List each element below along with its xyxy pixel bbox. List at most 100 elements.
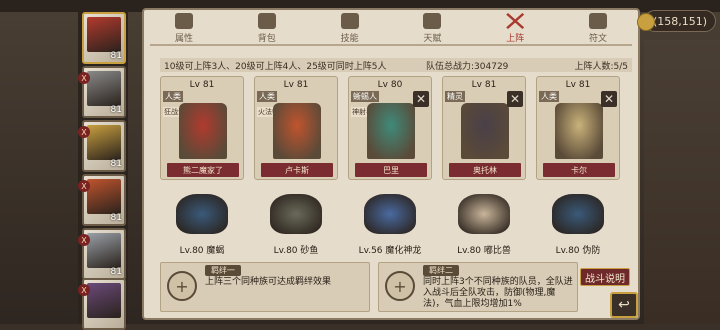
hero-name: 熊二魔家了 [167,163,239,177]
hero-level: Lv 81 [189,80,215,90]
back-button[interactable]: ↩ [610,292,638,318]
roster-badge: X [78,284,90,296]
hero-race: 人类 [257,91,277,102]
pet-label: Lv.56 魔化神龙 [358,246,422,256]
deployed-count: 上阵人数:5/5 [554,59,628,72]
hero-level: Lv 80 [377,80,403,90]
pet-label: Lv.80 魔蝎 [179,246,225,256]
bookshelf-icon [423,13,442,29]
currency-display: (158,151) [637,10,716,32]
pet-figure [458,194,510,234]
bond-one-title: 羁绊一 [205,265,241,276]
pet-slot[interactable]: Lv.56 魔化神龙 [348,192,432,256]
hero-figure [555,103,603,159]
rune-icon [588,13,607,29]
tab-4[interactable]: 上阵 [495,8,535,44]
hero-name: 奥托林 [449,163,521,177]
tab-bar: 属性 背包 技能 天赋 上阵 符文 [150,8,632,44]
hero-level: Lv 81 [471,80,497,90]
helmet-icon [257,13,276,29]
roster-level: 81 [110,159,122,169]
pet-figure [552,194,604,234]
tab-5[interactable]: 符文 [578,8,618,44]
hero-race: 人类 [539,91,559,102]
hero-level: Lv 81 [565,80,591,90]
roster-badge: X [78,180,90,192]
roster-hero-3[interactable]: X 81 [78,174,126,226]
bond-two-emblem-icon[interactable] [385,271,415,301]
tab-label: 天赋 [423,34,442,44]
hero-figure [461,103,509,159]
team-power-value: 304729 [474,61,509,72]
bond-two-panel: 羁绊二 同时上阵3个不同种族的队员，全队进入战斗后全队攻击，防御(物理,魔法)，… [378,262,578,312]
hero-portrait [87,233,121,268]
hero-race: 精灵 [445,91,465,102]
roster-level: 81 [110,51,122,61]
hero-card[interactable]: Lv 81 人类 ✕ 卡尔 [536,76,620,180]
hero-figure [273,103,321,159]
fight-info-button[interactable]: 战斗说明 [580,268,630,286]
pet-figure [364,194,416,234]
remove-hero-button[interactable]: ✕ [507,91,523,107]
hero-figure [179,103,227,159]
pet-figure [176,194,228,234]
hero-name: 巴里 [355,163,427,177]
remove-hero-button[interactable]: ✕ [601,91,617,107]
team-power-label: 队伍总战力: [426,61,475,72]
hero-portrait [87,125,121,160]
hero-name: 卡尔 [543,163,615,177]
tab-label: 技能 [340,34,359,44]
book-icon [340,13,359,29]
roster-level: 81 [110,213,122,223]
remove-hero-button[interactable]: ✕ [413,91,429,107]
formation-rule-text: 10级可上阵3人、20级可上阵4人、25级可同时上阵5人 [164,61,387,72]
tab-0[interactable]: 属性 [164,8,204,44]
hero-portrait [87,17,121,52]
hero-race: 人类 [163,91,183,102]
hero-portrait [87,179,121,214]
pet-label: Lv.80 嘟比兽 [457,246,511,256]
pet-slot[interactable]: Lv.80 嘟比兽 [442,192,526,256]
pet-slot[interactable]: Lv.80 魔蝎 [160,192,244,256]
tab-label: 背包 [257,34,276,44]
hero-race: 蜥蜴人 [351,91,379,102]
pet-label: Lv.80 伪防 [555,246,601,256]
pet-slot[interactable]: Lv.80 砂鱼 [254,192,338,256]
hero-figure [367,103,415,159]
roster-hero-2[interactable]: X 81 [78,120,126,172]
hero-name: 卢卡斯 [261,163,333,177]
background-right-decor [644,40,720,324]
deployed-count-label: 上阵人数: [574,61,614,72]
hero-portrait [87,71,121,106]
roster-badge: X [78,72,90,84]
bond-one-panel: 羁绊一 上阵三个同种族可达成羁绊效果 [160,262,370,312]
tab-1[interactable]: 背包 [247,8,287,44]
team-power: 队伍总战力:304729 [426,59,554,72]
roster-level: 81 [110,267,122,277]
formation-info-bar: 10级可上阵3人、20级可上阵4人、25级可同时上阵5人 队伍总战力:30472… [160,58,632,72]
hero-portrait [87,283,121,318]
crossed-swords-icon [506,13,525,29]
pet-label: Lv.80 砂鱼 [273,246,319,256]
roster-hero-0[interactable]: 81 [82,12,126,64]
roster-badge: X [78,234,90,246]
hero-card[interactable]: Lv 81 精灵 ✕ 奥托林 [442,76,526,180]
bond-one-desc: 上阵三个同种族可达成羁绊效果 [205,277,332,287]
roster-hero-5[interactable]: X [78,278,126,330]
flame-icon [175,13,193,29]
tab-divider [150,44,632,46]
hero-card[interactable]: Lv 81 人类 狂战士 熊二魔家了 [160,76,244,180]
roster-hero-4[interactable]: X 81 [78,228,126,280]
roster-hero-1[interactable]: X 81 [78,66,126,118]
tab-label: 符文 [588,34,607,44]
deployed-count-value: 5/5 [613,61,628,72]
roster-badge: X [78,126,90,138]
tab-label: 属性 [174,34,193,44]
hero-card[interactable]: Lv 80 蜥蜴人 神射手 ✕ 巴里 [348,76,432,180]
bond-one-emblem-icon[interactable] [167,271,197,301]
tab-3[interactable]: 天赋 [412,8,452,44]
tab-2[interactable]: 技能 [330,8,370,44]
roster-level: 81 [110,105,122,115]
hero-card[interactable]: Lv 81 人类 火法师 卢卡斯 [254,76,338,180]
pet-slot[interactable]: Lv.80 伪防 [536,192,620,256]
